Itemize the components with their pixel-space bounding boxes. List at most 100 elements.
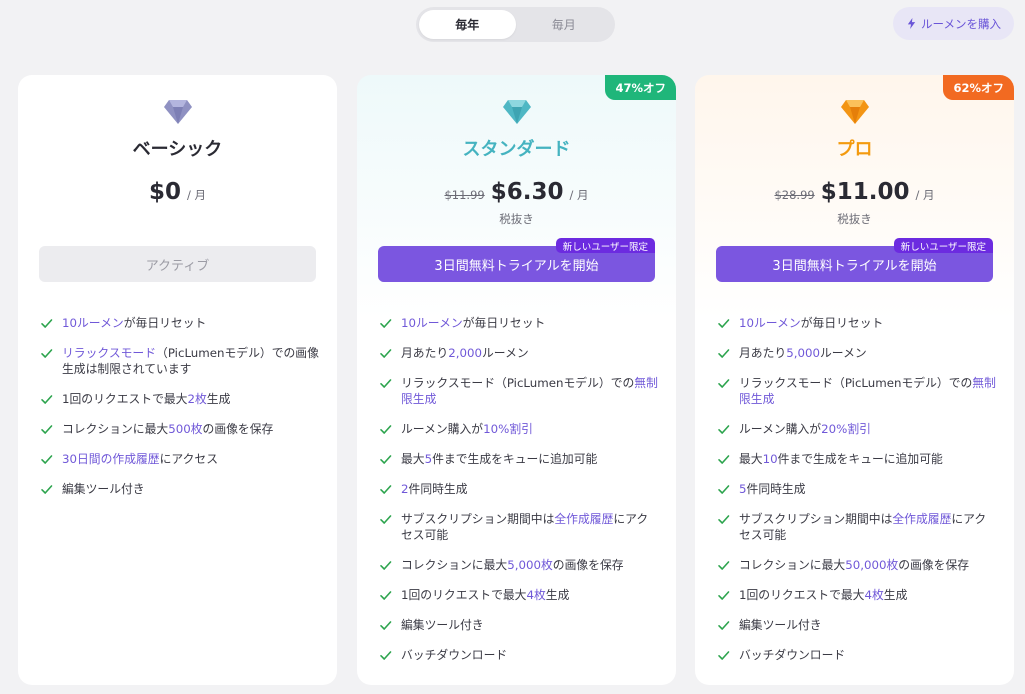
feature-highlight: 10ルーメン xyxy=(62,316,124,330)
feature-text: バッチダウンロード xyxy=(401,647,507,663)
diamond-icon xyxy=(840,100,869,124)
feature-segment: 編集ツール付き xyxy=(739,618,822,632)
feature-segment: リラックスモード（PicLumenモデル）での xyxy=(739,376,973,390)
check-icon xyxy=(41,485,53,494)
feature-list: 10ルーメンが毎日リセット リラックスモード（PicLumenモデル）での画像生成… xyxy=(40,315,319,511)
feature-item: 月あたり5,000ルーメン xyxy=(717,345,996,361)
feature-text: 2件同時生成 xyxy=(401,481,468,497)
original-price: $11.99 xyxy=(444,188,485,202)
check-icon xyxy=(380,621,392,630)
feature-text: 10ルーメンが毎日リセット xyxy=(62,315,206,331)
check-icon xyxy=(718,561,730,570)
check-icon xyxy=(380,591,392,600)
plan-name: スタンダード xyxy=(462,139,571,160)
price-period: / 月 xyxy=(915,188,935,202)
feature-segment: ルーメン xyxy=(819,346,867,360)
feature-highlight: 4枚 xyxy=(864,588,884,602)
plan-name: ベーシック xyxy=(132,139,223,160)
feature-highlight: 5 xyxy=(739,482,747,496)
feature-highlight: 10%割引 xyxy=(483,422,533,436)
feature-segment: リラックスモード（PicLumenモデル）での xyxy=(401,376,635,390)
feature-text: 10ルーメンが毎日リセット xyxy=(739,315,883,331)
feature-segment: 件同時生成 xyxy=(746,482,806,496)
price-period: / 月 xyxy=(569,188,589,202)
feature-text: コレクションに最大50,000枚の画像を保存 xyxy=(739,557,969,573)
check-icon xyxy=(718,651,730,660)
feature-segment: 生成 xyxy=(206,392,231,406)
feature-text: リラックスモード（PicLumenモデル）での無制限生成 xyxy=(739,375,996,407)
feature-text: リラックスモード（PicLumenモデル）での無制限生成 xyxy=(401,375,658,407)
feature-item: 最大5件まで生成をキューに追加可能 xyxy=(379,451,658,467)
check-icon xyxy=(41,395,53,404)
feature-text: 10ルーメンが毎日リセット xyxy=(401,315,545,331)
feature-segment: の画像を保存 xyxy=(552,558,624,572)
check-icon xyxy=(718,591,730,600)
feature-text: コレクションに最大5,000枚の画像を保存 xyxy=(401,557,624,573)
check-icon xyxy=(380,319,392,328)
feature-item: サブスクリプション期間中は全作成履歴にアクセス可能 xyxy=(379,511,658,543)
feature-highlight: 10ルーメン xyxy=(401,316,463,330)
check-icon xyxy=(380,349,392,358)
feature-list: 10ルーメンが毎日リセット 月あたり5,000ルーメン リラックスモード（PicLu… xyxy=(717,315,996,677)
active-plan-button[interactable]: アクティブ xyxy=(39,246,316,282)
check-icon xyxy=(718,455,730,464)
feature-item: サブスクリプション期間中は全作成履歴にアクセス可能 xyxy=(717,511,996,543)
plan-name: プロ xyxy=(836,139,873,160)
feature-text: サブスクリプション期間中は全作成履歴にアクセス可能 xyxy=(401,511,658,543)
plan-card-standard: 47%オフ スタンダード $11.99 $6.30 / 月 税抜き 新しいユーザ… xyxy=(357,75,676,685)
feature-text: 30日間の作成履歴にアクセス xyxy=(62,451,218,467)
diamond-icon xyxy=(502,100,531,124)
feature-highlight: 5,000枚 xyxy=(507,558,553,572)
check-icon xyxy=(718,621,730,630)
buy-lumens-button[interactable]: ルーメンを購入 xyxy=(893,7,1014,40)
plan-price: $0 xyxy=(148,179,181,205)
diamond-icon xyxy=(163,100,192,124)
feature-item: 最大10件まで生成をキューに追加可能 xyxy=(717,451,996,467)
feature-item: コレクションに最大50,000枚の画像を保存 xyxy=(717,557,996,573)
feature-text: 1回のリクエストで最大2枚生成 xyxy=(62,391,230,407)
feature-text: 月あたり2,000ルーメン xyxy=(401,345,529,361)
check-icon xyxy=(380,561,392,570)
check-icon xyxy=(718,515,730,524)
feature-item: 30日間の作成履歴にアクセス xyxy=(40,451,319,467)
feature-highlight: 5 xyxy=(424,452,433,466)
feature-segment: 最大 xyxy=(401,452,425,466)
feature-text: ルーメン購入が20%割引 xyxy=(739,421,871,437)
feature-highlight: 4枚 xyxy=(526,588,546,602)
tab-yearly[interactable]: 毎年 xyxy=(419,10,516,39)
feature-segment: が毎日リセット xyxy=(800,316,884,330)
price-period: / 月 xyxy=(186,188,207,202)
tax-note: 税抜き xyxy=(837,212,872,226)
feature-segment: 件まで生成をキューに追加可能 xyxy=(777,452,943,466)
feature-segment: バッチダウンロード xyxy=(401,648,508,662)
feature-highlight: リラックスモード xyxy=(62,346,157,360)
feature-item: コレクションに最大5,000枚の画像を保存 xyxy=(379,557,658,573)
check-icon xyxy=(380,651,392,660)
feature-text: バッチダウンロード xyxy=(739,647,845,663)
feature-highlight: 2 xyxy=(401,482,409,496)
feature-item: 10ルーメンが毎日リセット xyxy=(40,315,319,331)
feature-segment: 件同時生成 xyxy=(408,482,468,496)
discount-badge: 47%オフ xyxy=(605,75,676,100)
check-icon xyxy=(718,349,730,358)
plan-card-basic: ベーシック $0 / 月 アクティブ 10ルーメンが毎日リセット リラックスモード… xyxy=(18,75,337,685)
tab-monthly[interactable]: 毎月 xyxy=(516,10,613,39)
feature-item: リラックスモード（PicLumenモデル）での無制限生成 xyxy=(717,375,996,407)
feature-segment: 1回のリクエストで最大 xyxy=(739,588,865,602)
feature-item: バッチダウンロード xyxy=(717,647,996,663)
feature-segment: 生成 xyxy=(883,588,908,602)
price-row: $11.99 $6.30 / 月 xyxy=(357,179,676,205)
price-row: $28.99 $11.00 / 月 xyxy=(695,179,1014,205)
feature-segment: 生成 xyxy=(545,588,570,602)
feature-segment: 月あたり xyxy=(739,346,787,360)
price-row: $0 / 月 xyxy=(18,179,337,205)
feature-highlight: 全作成履歴 xyxy=(554,512,614,526)
check-icon xyxy=(718,425,730,434)
feature-segment: バッチダウンロード xyxy=(739,648,846,662)
feature-highlight: 10 xyxy=(762,452,778,466)
feature-item: 編集ツール付き xyxy=(717,617,996,633)
check-icon xyxy=(380,379,392,388)
feature-item: 1回のリクエストで最大4枚生成 xyxy=(379,587,658,603)
check-icon xyxy=(41,349,53,358)
feature-segment: 編集ツール付き xyxy=(62,482,145,496)
